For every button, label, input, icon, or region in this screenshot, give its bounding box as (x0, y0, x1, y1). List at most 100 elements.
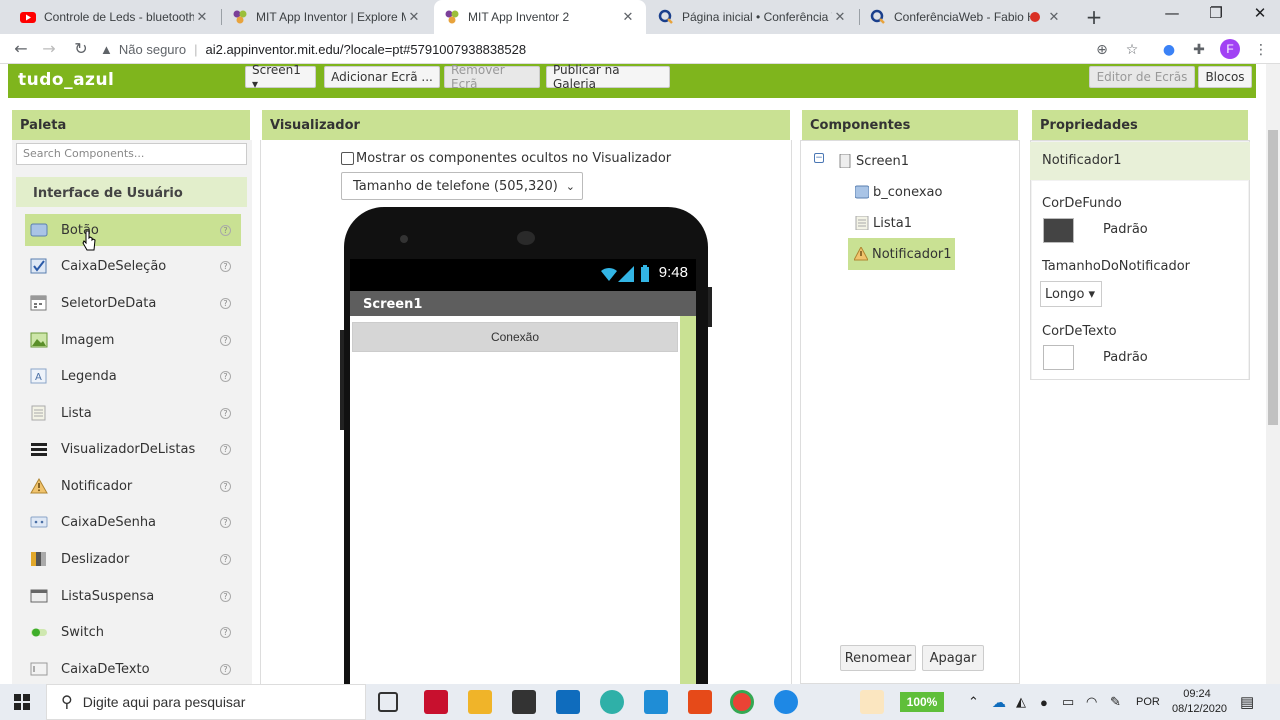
screen-select-button[interactable]: Screen1 ▾ (245, 63, 316, 91)
publish-gallery-button[interactable]: Publicar na Galeria (546, 63, 670, 91)
help-icon[interactable]: ? (220, 480, 231, 492)
chrome-icon[interactable] (730, 690, 754, 714)
bg-color-swatch[interactable] (1043, 218, 1074, 243)
office-icon[interactable] (688, 690, 712, 714)
task-view-icon[interactable] (378, 692, 398, 712)
close-tab-icon[interactable]: ✕ (1046, 9, 1062, 25)
taskbar-search[interactable]: ⚲ Digite aqui para pesquisar (46, 684, 366, 720)
power-icon[interactable]: ▭ (1062, 684, 1074, 720)
help-icon[interactable]: ? (220, 407, 231, 419)
store-icon[interactable] (512, 690, 536, 714)
tab-controle-de-leds[interactable]: Controle de Leds - bluetooth - ✕ (10, 0, 220, 34)
mcafee-icon[interactable] (424, 690, 448, 714)
wifi-tray-icon[interactable]: ◠ (1086, 684, 1097, 720)
extensions-puzzle-icon[interactable]: ✚ (1190, 41, 1208, 59)
tab-conferenciaweb[interactable]: ConferênciaWeb - Fabio H ✕ (860, 0, 1072, 34)
profile-avatar[interactable]: F (1220, 39, 1240, 59)
show-hidden-checkbox[interactable] (341, 152, 354, 165)
close-window-button[interactable]: ✕ (1240, 4, 1280, 22)
forward-icon[interactable]: → (38, 38, 60, 60)
palette-item-list-view[interactable]: VisualizadorDeListas ? (25, 433, 241, 465)
palette-item-label-component[interactable]: A Legenda ? (25, 360, 241, 392)
help-icon[interactable]: ? (220, 334, 231, 346)
help-icon[interactable]: ? (220, 516, 231, 528)
notifications-icon[interactable]: ▤ (1240, 684, 1254, 720)
help-icon[interactable]: ? (220, 553, 231, 565)
tree-item-screen1[interactable]: Screen1 (838, 149, 909, 173)
battery-indicator[interactable]: 100% (900, 692, 944, 712)
new-tab-button[interactable]: + (1082, 5, 1106, 29)
edge-icon[interactable] (600, 690, 624, 714)
palette-item-textbox[interactable]: CaixaDeTexto ? (25, 653, 241, 685)
language-indicator[interactable]: POR (1136, 684, 1160, 720)
remove-screen-button[interactable]: Remover Ecrã (444, 63, 540, 91)
palette-item-spinner[interactable]: ListaSuspensa ? (25, 580, 241, 612)
tab-mit-explore[interactable]: MIT App Inventor | Explore MI ✕ (222, 0, 432, 34)
help-icon[interactable]: ? (220, 663, 231, 675)
address-bar[interactable]: ▲ Não seguro | ai2.appinventor.mit.edu/?… (100, 36, 1150, 62)
close-tab-icon[interactable]: ✕ (832, 9, 848, 25)
windows-start-icon[interactable] (14, 694, 30, 710)
onedrive-icon[interactable]: ☁ (992, 684, 1006, 720)
help-icon[interactable]: ? (220, 297, 231, 309)
network-icon[interactable]: ◭ (1016, 684, 1026, 720)
palette-item-list-picker[interactable]: Lista ? (25, 397, 241, 429)
microphone-icon[interactable]: ● (1040, 684, 1048, 720)
bg-color-value[interactable]: Padrão (1103, 222, 1148, 237)
tree-item-lista1[interactable]: Lista1 (855, 211, 912, 235)
delete-button[interactable]: Apagar (922, 645, 984, 671)
tree-item-notificador1[interactable]: Notificador1 (848, 238, 955, 270)
tray-chevron-icon[interactable]: ⌃ (968, 684, 979, 720)
help-icon[interactable]: ? (220, 370, 231, 382)
notifier-size-select[interactable]: Longo ▾ (1040, 281, 1102, 307)
palette-item-checkbox[interactable]: CaixaDeSeleção ? (25, 250, 241, 282)
bookmark-star-icon[interactable]: ☆ (1123, 41, 1141, 59)
tab-mit-app-inventor-2[interactable]: MIT App Inventor 2 ✕ (434, 0, 646, 34)
designer-button[interactable]: Editor de Ecrãs (1089, 66, 1195, 88)
close-tab-icon[interactable]: ✕ (194, 9, 210, 25)
paint-icon[interactable] (860, 690, 884, 714)
palette-item-notifier[interactable]: Notificador ? (25, 470, 241, 502)
close-tab-icon[interactable]: ✕ (406, 9, 422, 25)
palette-search-input[interactable]: Search Components... (16, 143, 247, 165)
extension-orb-icon[interactable]: ● (1160, 41, 1178, 59)
app-icon[interactable] (774, 690, 798, 714)
taskbar-clock[interactable]: 09:24 08/12/2020 (1172, 687, 1227, 717)
palette-item-password[interactable]: CaixaDeSenha ? (25, 506, 241, 538)
help-icon[interactable]: ? (220, 590, 231, 602)
tab-pagina-inicial[interactable]: Página inicial • Conferência W ✕ (648, 0, 858, 34)
lync-icon[interactable] (644, 690, 668, 714)
browser-menu-icon[interactable]: ⋮ (1252, 41, 1270, 59)
palette-item-button[interactable]: Botão ? (25, 214, 241, 246)
help-icon[interactable]: ? (220, 443, 231, 455)
palette-category-user-interface[interactable]: Interface de Usuário (16, 177, 247, 207)
show-hidden-toggle[interactable]: Mostrar os componentes ocultos no Visual… (341, 151, 671, 166)
palette-item-image[interactable]: Imagem ? (25, 324, 241, 356)
zoom-icon[interactable]: ⊕ (1093, 41, 1111, 59)
add-screen-button[interactable]: Adicionar Ecrã ... (324, 66, 440, 88)
maximize-button[interactable]: ❐ (1196, 4, 1236, 22)
text-color-value[interactable]: Padrão (1103, 350, 1148, 365)
minimize-button[interactable]: — (1152, 4, 1192, 22)
phone-size-select[interactable]: Tamanho de telefone (505,320) ⌄ (341, 172, 583, 200)
phone-connect-button[interactable]: Conexão (352, 322, 678, 352)
back-icon[interactable]: ← (10, 38, 32, 60)
collapse-tree-icon[interactable]: − (814, 153, 824, 163)
components-header: Componentes (802, 110, 1018, 140)
close-tab-icon[interactable]: ✕ (620, 9, 636, 25)
palette-item-date-picker[interactable]: SeletorDeData ? (25, 287, 241, 319)
reload-icon[interactable]: ↻ (70, 38, 92, 60)
help-icon[interactable]: ? (220, 626, 231, 638)
rename-button[interactable]: Renomear (840, 645, 916, 671)
page-scrollbar-thumb[interactable] (1268, 130, 1278, 425)
tree-item-b-conexao[interactable]: b_conexao (855, 180, 942, 204)
palette-item-slider[interactable]: Deslizador ? (25, 543, 241, 575)
text-color-swatch[interactable] (1043, 345, 1074, 370)
pen-icon[interactable]: ✎ (1110, 684, 1121, 720)
file-explorer-icon[interactable] (468, 690, 492, 714)
help-icon[interactable]: ? (220, 260, 231, 272)
help-icon[interactable]: ? (220, 224, 231, 236)
mail-icon[interactable] (556, 690, 580, 714)
blocks-button[interactable]: Blocos (1198, 66, 1252, 88)
palette-item-switch[interactable]: Switch ? (25, 616, 241, 648)
